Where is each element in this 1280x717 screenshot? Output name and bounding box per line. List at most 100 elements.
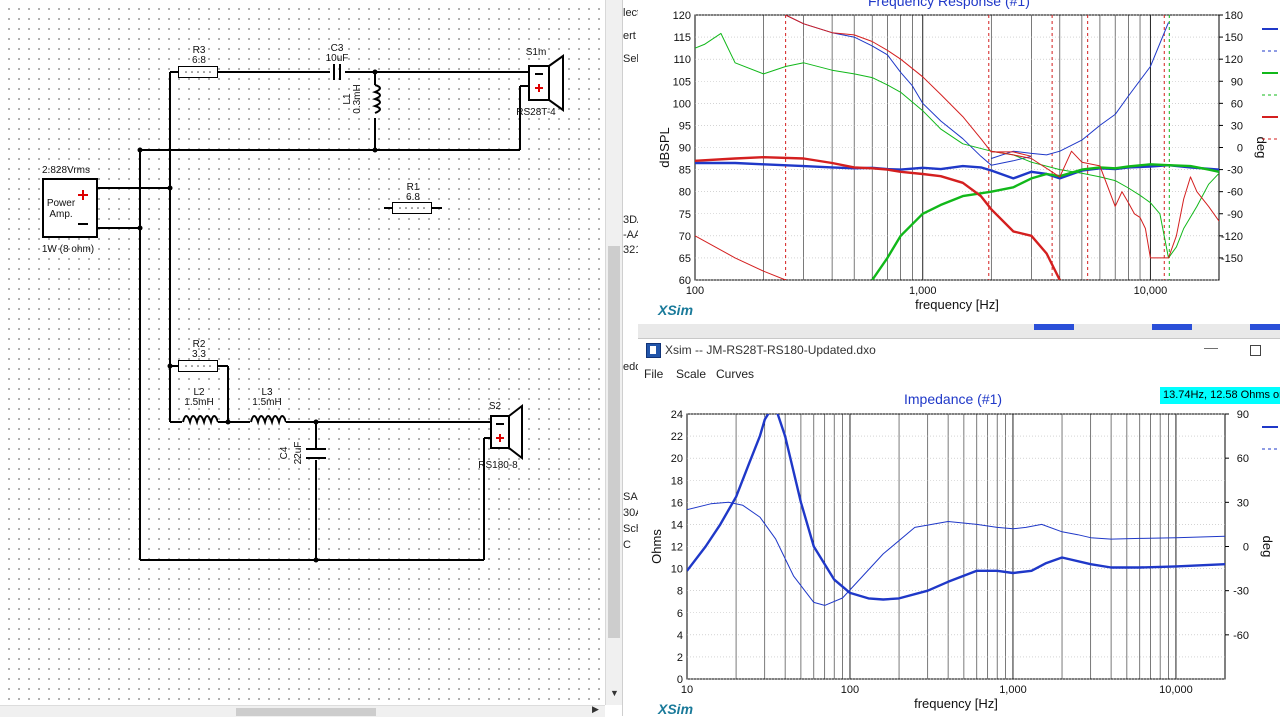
x-tick-label: 1,000 (999, 684, 1027, 696)
y-tick-label: 115 (673, 32, 691, 44)
inductor-l1-icon[interactable] (370, 84, 390, 120)
bg-text: 30A (623, 507, 639, 519)
inductor-l3-icon[interactable] (250, 410, 286, 426)
frequency-response-window[interactable]: Frequency Response (#1) 60 65 70 75 80 85 90 95… (638, 0, 1280, 324)
bg-text: Sch (623, 523, 639, 535)
x-tick-label: 10 (681, 684, 693, 696)
y-tick-label: 120 (673, 10, 691, 22)
y-axis-label: Ohms (649, 529, 664, 564)
l2-value: 1.5mH (184, 397, 214, 408)
s2-name: S2 (488, 401, 502, 412)
resistor-r1-icon[interactable] (392, 202, 432, 214)
y2-tick-label: 60 (1231, 98, 1243, 110)
y-tick-label: 4 (677, 630, 683, 642)
amp-label-1: Power (46, 198, 76, 209)
y2-tick-label: 30 (1237, 497, 1249, 509)
amp-label-2: Amp. (49, 209, 73, 220)
y-tick-label: 110 (673, 54, 691, 66)
y2-tick-label: 150 (1225, 32, 1243, 44)
schematic-canvas[interactable]: R3 6.8 C3 10uF L1 0.3mH S1m RS28T-4 2.82… (0, 0, 605, 705)
y-tick-label: 14 (671, 519, 683, 531)
bg-text: ert (623, 30, 636, 42)
x-tick-label: 100 (841, 684, 859, 696)
hscroll-thumb[interactable] (236, 708, 376, 716)
y-tick-label: 85 (679, 165, 691, 177)
bg-text: lect (623, 7, 639, 19)
scroll-down-arrow-icon[interactable]: ▼ (610, 688, 619, 698)
y2-tick-label: 0 (1243, 542, 1249, 554)
speaker-s1m-icon[interactable] (527, 54, 567, 112)
y2-tick-label: -90 (1227, 209, 1243, 221)
y2-tick-label: -120 (1221, 231, 1243, 243)
frequency-response-chart[interactable]: 60 65 70 75 80 85 90 95 100 105 110 115 120 -150 -120 -… (638, 0, 1280, 324)
taskbar-fragments (1034, 324, 1280, 330)
y-tick-label: 95 (679, 120, 691, 132)
y2-tick-label: -60 (1233, 630, 1249, 642)
c4-value: 22uF (293, 441, 304, 465)
y-tick-label: 10 (671, 564, 683, 576)
scrollbar-thumb[interactable] (608, 246, 620, 638)
bg-text: 3DA (623, 214, 639, 226)
y2-tick-label: 90 (1237, 409, 1249, 421)
schematic-vertical-scrollbar[interactable]: ▼ (605, 0, 623, 705)
r2-value: 3.3 (192, 349, 206, 360)
y-tick-label: 24 (671, 409, 683, 421)
bg-text: C (623, 539, 631, 551)
r1-value: 6.8 (406, 192, 420, 203)
window-gap (638, 324, 1280, 338)
y2-tick-label: 90 (1231, 76, 1243, 88)
y-tick-label: 105 (673, 76, 691, 88)
impedance-window[interactable]: Xsim -- JM-RS28T-RS180-Updated.dxo — Fil… (638, 338, 1280, 717)
x-tick-label: 1,000 (909, 285, 937, 297)
y-tick-label: 20 (671, 453, 683, 465)
xsim-logo: XSim (658, 302, 694, 318)
y-tick-label: 100 (673, 98, 691, 110)
y2-tick-label: -150 (1221, 253, 1243, 265)
bg-text: SA- (623, 491, 639, 503)
capacitor-c4-icon[interactable] (306, 446, 326, 462)
speaker-s2-icon[interactable] (489, 404, 525, 460)
y2-tick-label: 30 (1231, 120, 1243, 132)
source-power: 1W (8 ohm) (41, 244, 95, 255)
y-tick-label: 12 (671, 542, 683, 554)
inductor-l2-icon[interactable] (182, 410, 218, 426)
y-tick-label: 16 (671, 497, 683, 509)
x-tick-label: 100 (686, 285, 704, 297)
y2-tick-label: 180 (1225, 10, 1243, 22)
impedance-chart[interactable]: 024681012141618202224-60-30030609010 100 1… (638, 339, 1280, 717)
y2-tick-label: -30 (1233, 586, 1249, 598)
y-tick-label: 22 (671, 431, 683, 443)
l3-value: 1.5mH (252, 397, 282, 408)
schematic-horizontal-scrollbar[interactable]: ▶ (0, 704, 605, 717)
x-tick-label: 10,000 (1134, 285, 1168, 297)
scroll-right-arrow-icon[interactable]: ▶ (592, 704, 599, 715)
y-tick-label: 80 (679, 187, 691, 199)
bg-text: -AA (623, 229, 639, 241)
s2-model: RS180-8 (478, 460, 518, 471)
x-axis-label: frequency [Hz] (914, 696, 998, 711)
resistor-r3-icon[interactable] (178, 66, 218, 78)
y-tick-label: 65 (679, 253, 691, 265)
y2-axis-label: deg (1260, 536, 1275, 558)
s1m-model: RS28T-4 (516, 107, 556, 118)
r3-value: 6.8 (192, 55, 206, 66)
bg-text: 321 (623, 244, 639, 256)
y2-tick-label: 0 (1237, 143, 1243, 155)
c3-value: 10uF (325, 53, 349, 64)
bg-text: Sel (623, 53, 639, 65)
y-tick-label: 8 (677, 586, 683, 598)
background-window: lect ert Sel 3DA -AA 321 edd SA- 30A Sch… (622, 0, 639, 716)
resistor-r2-icon[interactable] (178, 360, 218, 372)
l1-value: 0.3mH (352, 84, 363, 114)
plot-area (686, 413, 1226, 680)
y-tick-label: 6 (677, 608, 683, 620)
y-axis-label: dBSPL (657, 127, 672, 167)
x-axis-label: frequency [Hz] (915, 297, 999, 312)
xsim-logo: XSim (658, 701, 694, 717)
y2-tick-label: -30 (1227, 165, 1243, 177)
source-voltage: 2.828Vrms (42, 165, 90, 176)
y-tick-label: 75 (679, 209, 691, 221)
y2-tick-label: 60 (1237, 453, 1249, 465)
bg-text: edd (623, 361, 639, 373)
y-tick-label: 18 (671, 475, 683, 487)
